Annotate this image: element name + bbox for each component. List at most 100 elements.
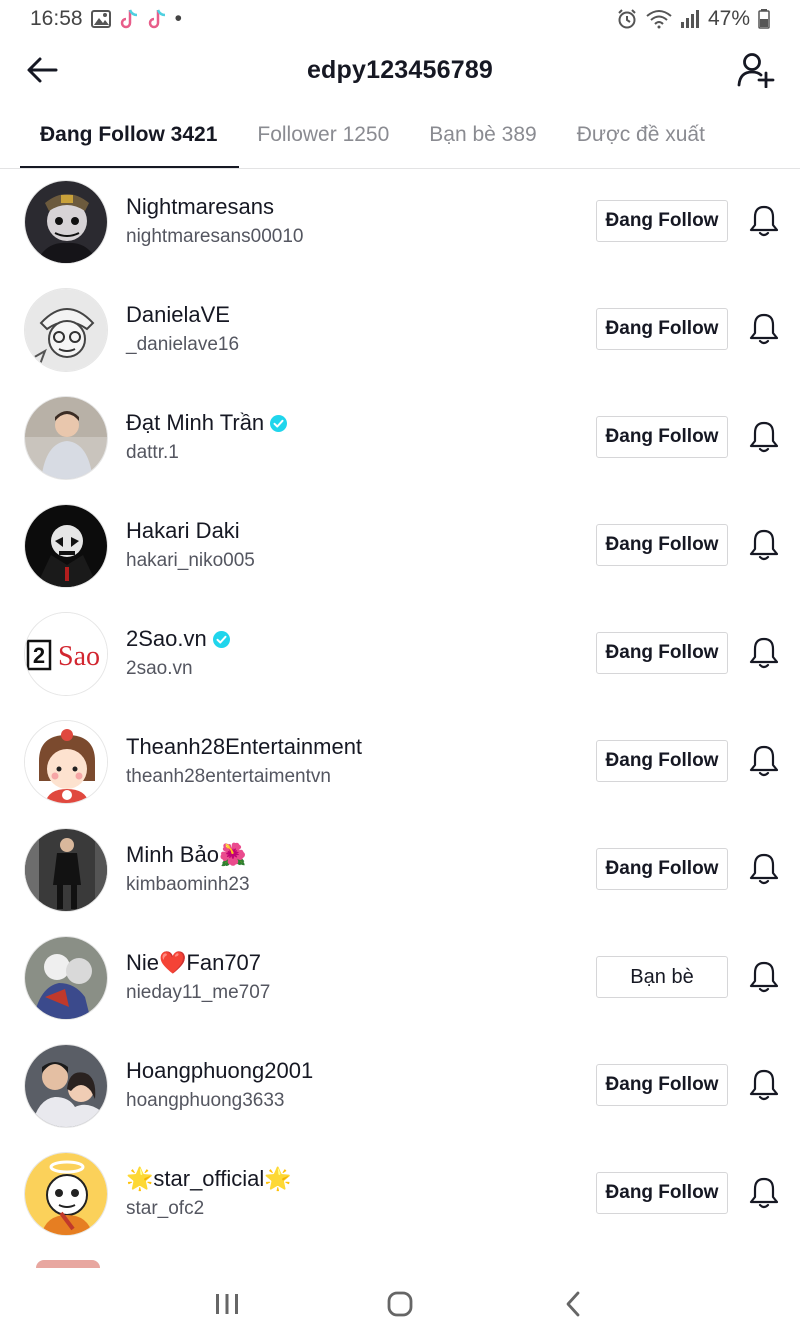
avatar[interactable] xyxy=(24,1044,108,1128)
tab-followers[interactable]: Follower 1250 xyxy=(237,102,409,168)
logo-word: Sao xyxy=(58,641,100,672)
following-list: Nightmaresans nightmaresans00010 Đang Fo… xyxy=(0,170,800,1250)
bell-icon[interactable] xyxy=(744,632,784,674)
avatar[interactable]: 2 Sao xyxy=(24,612,108,696)
status-dot: • xyxy=(174,7,182,30)
user-names: DanielaVE _danielave16 xyxy=(126,300,239,356)
signal-icon xyxy=(680,10,700,28)
following-button[interactable]: Đang Follow xyxy=(596,416,728,458)
avatar[interactable] xyxy=(24,288,108,372)
add-user-icon[interactable] xyxy=(734,48,778,92)
tab-suggested[interactable]: Được đề xuất xyxy=(557,102,725,168)
avatar[interactable] xyxy=(24,720,108,804)
list-item[interactable]: Minh Bảo🌺 kimbaominh23 Đang Follow xyxy=(0,818,800,926)
display-name: DanielaVE xyxy=(126,302,230,327)
tab-following[interactable]: Đang Follow 3421 xyxy=(0,102,240,168)
list-item[interactable]: Theanh28Entertainment theanh28entertaime… xyxy=(0,710,800,818)
following-button[interactable]: Đang Follow xyxy=(596,308,728,350)
avatar[interactable] xyxy=(24,396,108,480)
header: edpy123456789 xyxy=(0,38,800,102)
display-name: Nightmaresans xyxy=(126,194,274,219)
user-names: Hoangphuong2001 hoangphuong3633 xyxy=(126,1056,313,1112)
battery-percent: 47% xyxy=(707,7,750,30)
following-button[interactable]: Đang Follow xyxy=(596,1172,728,1214)
user-names: Hakari Daki hakari_niko005 xyxy=(126,516,255,572)
bell-icon[interactable] xyxy=(744,1172,784,1214)
display-name: Hakari Daki xyxy=(126,518,240,543)
bell-icon[interactable] xyxy=(744,740,784,782)
username: kimbaominh23 xyxy=(126,874,250,895)
avatar[interactable] xyxy=(24,828,108,912)
arrow-left-icon[interactable] xyxy=(22,50,62,90)
bell-icon[interactable] xyxy=(744,956,784,998)
following-button[interactable]: Đang Follow xyxy=(596,848,728,890)
status-bar: 16:58 • 47% xyxy=(0,0,800,38)
user-names: 🌟star_official🌟 star_ofc2 xyxy=(126,1164,292,1220)
username: nightmaresans00010 xyxy=(126,226,304,247)
display-name: 🌟star_official🌟 xyxy=(126,1166,292,1191)
list-item[interactable]: Nightmaresans nightmaresans00010 Đang Fo… xyxy=(0,170,800,278)
back-icon[interactable] xyxy=(543,1274,603,1334)
following-button[interactable]: Đang Follow xyxy=(596,524,728,566)
list-item[interactable]: Hoangphuong2001 hoangphuong3633 Đang Fol… xyxy=(0,1034,800,1142)
user-names: Theanh28Entertainment theanh28entertaime… xyxy=(126,732,362,788)
user-names: Nightmaresans nightmaresans00010 xyxy=(126,192,303,248)
page-title: edpy123456789 xyxy=(306,55,494,84)
alarm-icon xyxy=(616,8,638,30)
user-names: Đạt Minh Trần dattr.1 xyxy=(126,408,288,464)
user-names: Nie❤️Fan707 nieday11_me707 xyxy=(126,948,270,1004)
bell-icon[interactable] xyxy=(744,308,784,350)
bell-icon[interactable] xyxy=(744,416,784,458)
logo-number: 2 xyxy=(33,643,45,668)
display-name: Hoangphuong2001 xyxy=(126,1058,314,1083)
username: theanh28entertaimentvn xyxy=(126,766,331,787)
tab-friends[interactable]: Bạn bè 389 xyxy=(409,102,556,168)
list-item[interactable]: Đạt Minh Trần dattr.1 Đang Follow xyxy=(0,386,800,494)
display-name: Đạt Minh Trần xyxy=(126,408,288,438)
gallery-icon xyxy=(90,10,111,28)
username: star_ofc2 xyxy=(126,1198,205,1219)
list-item[interactable]: Nie❤️Fan707 nieday11_me707 Bạn bè xyxy=(0,926,800,1034)
status-right: 47% xyxy=(616,7,770,31)
system-nav-bar xyxy=(0,1268,800,1340)
display-name: Theanh28Entertainment xyxy=(126,734,363,759)
home-icon[interactable] xyxy=(370,1274,430,1334)
recent-apps-icon[interactable] xyxy=(197,1274,257,1334)
avatar[interactable] xyxy=(24,180,108,264)
bell-icon[interactable] xyxy=(744,848,784,890)
display-name: Nie❤️Fan707 xyxy=(126,950,262,975)
verified-check-icon xyxy=(270,414,288,432)
username: hakari_niko005 xyxy=(126,550,255,571)
status-left: 16:58 • xyxy=(30,7,182,31)
tab-bar: Đang Follow 3421 Follower 1250 Bạn bè 38… xyxy=(0,102,800,169)
friends-button[interactable]: Bạn bè xyxy=(596,956,728,998)
bell-icon[interactable] xyxy=(744,524,784,566)
status-time: 16:58 xyxy=(30,7,83,30)
display-name: 2Sao.vn xyxy=(126,624,230,654)
avatar[interactable] xyxy=(36,1260,100,1268)
wifi-icon xyxy=(646,9,672,29)
avatar[interactable] xyxy=(24,504,108,588)
battery-icon xyxy=(758,9,770,29)
username: _danielave16 xyxy=(126,334,240,355)
username: hoangphuong3633 xyxy=(126,1090,285,1111)
bell-icon[interactable] xyxy=(744,1064,784,1106)
avatar[interactable] xyxy=(24,1152,108,1236)
username: nieday11_me707 xyxy=(126,982,271,1003)
user-names: 2Sao.vn 2sao.vn xyxy=(126,624,230,680)
display-name: Minh Bảo🌺 xyxy=(126,842,247,867)
bell-icon[interactable] xyxy=(744,200,784,242)
following-button[interactable]: Đang Follow xyxy=(596,740,728,782)
tiktok-notification-icon xyxy=(119,8,139,30)
avatar[interactable] xyxy=(24,936,108,1020)
following-button[interactable]: Đang Follow xyxy=(596,632,728,674)
username: dattr.1 xyxy=(126,442,179,463)
tiktok-notification-icon xyxy=(147,8,167,30)
following-button[interactable]: Đang Follow xyxy=(596,200,728,242)
list-item[interactable]: Hakari Daki hakari_niko005 Đang Follow xyxy=(0,494,800,602)
list-item[interactable]: 🌟star_official🌟 star_ofc2 Đang Follow xyxy=(0,1142,800,1250)
verified-check-icon xyxy=(212,630,230,648)
list-item[interactable]: 2 Sao 2Sao.vn 2sao.vn Đang Follow xyxy=(0,602,800,710)
list-item[interactable]: DanielaVE _danielave16 Đang Follow xyxy=(0,278,800,386)
following-button[interactable]: Đang Follow xyxy=(596,1064,728,1106)
